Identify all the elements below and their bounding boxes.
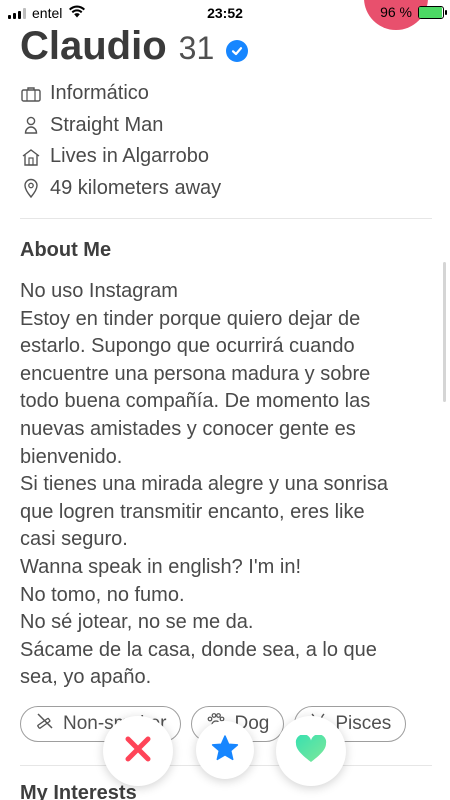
about-line: Wanna speak in english? I'm in! — [20, 555, 302, 578]
about-line: que logren transmitir encanto, eres like — [20, 500, 365, 523]
nope-button[interactable] — [103, 716, 173, 786]
profile-name: Claudio — [20, 24, 167, 68]
info-row-home: Lives in Algarrobo — [20, 141, 430, 173]
battery-percent: 96 % — [380, 4, 412, 20]
info-home-text: Lives in Algarrobo — [50, 145, 209, 168]
home-icon — [20, 146, 42, 168]
about-line: No sé jotear, no se me da. — [20, 611, 254, 634]
about-text: No uso Instagram Estoy en tinder porque … — [20, 278, 430, 692]
about-line: No uso Instagram — [20, 280, 178, 302]
about-line: sea, yo apaño. — [20, 666, 152, 689]
heart-icon — [295, 733, 327, 768]
battery-icon — [418, 5, 447, 19]
about-line: Si tienes una mirada alegre y una sonris… — [20, 473, 388, 496]
about-line: bienvenido. — [20, 445, 123, 468]
info-row-distance: 49 kilometers away — [20, 173, 430, 205]
status-right: 96 % — [380, 4, 447, 20]
star-icon — [211, 734, 239, 767]
info-distance-text: 49 kilometers away — [50, 176, 222, 199]
scrollbar[interactable] — [443, 262, 446, 402]
close-icon — [124, 735, 152, 768]
like-button[interactable] — [276, 716, 346, 786]
about-line: casi seguro. — [20, 528, 128, 551]
person-icon — [20, 114, 42, 136]
about-title: About Me — [20, 239, 112, 261]
swipe-actions — [0, 716, 450, 788]
profile-age: 31 — [178, 30, 215, 66]
about-line: estarlo. Supongo que ocurrirá cuando — [20, 335, 355, 358]
info-row-orientation: Straight Man — [20, 110, 430, 142]
profile-info-list: Informático Straight Man Lives in Algarr… — [20, 78, 430, 204]
divider — [20, 218, 432, 219]
about-line: Estoy en tinder porque quiero dejar de — [20, 307, 361, 330]
location-pin-icon — [20, 177, 42, 199]
about-line: No tomo, no fumo. — [20, 583, 185, 606]
profile-header: Claudio 31 — [20, 24, 249, 69]
about-line: encuentre una persona madura y sobre — [20, 362, 371, 385]
about-line: todo buena compañía. De momento las — [20, 390, 371, 413]
about-line: Sácame de la casa, donde sea, a lo que — [20, 638, 377, 661]
verified-badge-icon — [226, 39, 249, 62]
briefcase-icon — [20, 83, 42, 105]
superlike-button[interactable] — [196, 721, 254, 779]
info-job-text: Informático — [50, 82, 149, 105]
battery-fill — [419, 6, 443, 18]
about-line: nuevas amistades y conocer gente es — [20, 417, 356, 440]
info-orientation-text: Straight Man — [50, 113, 164, 136]
info-row-job: Informático — [20, 78, 430, 110]
